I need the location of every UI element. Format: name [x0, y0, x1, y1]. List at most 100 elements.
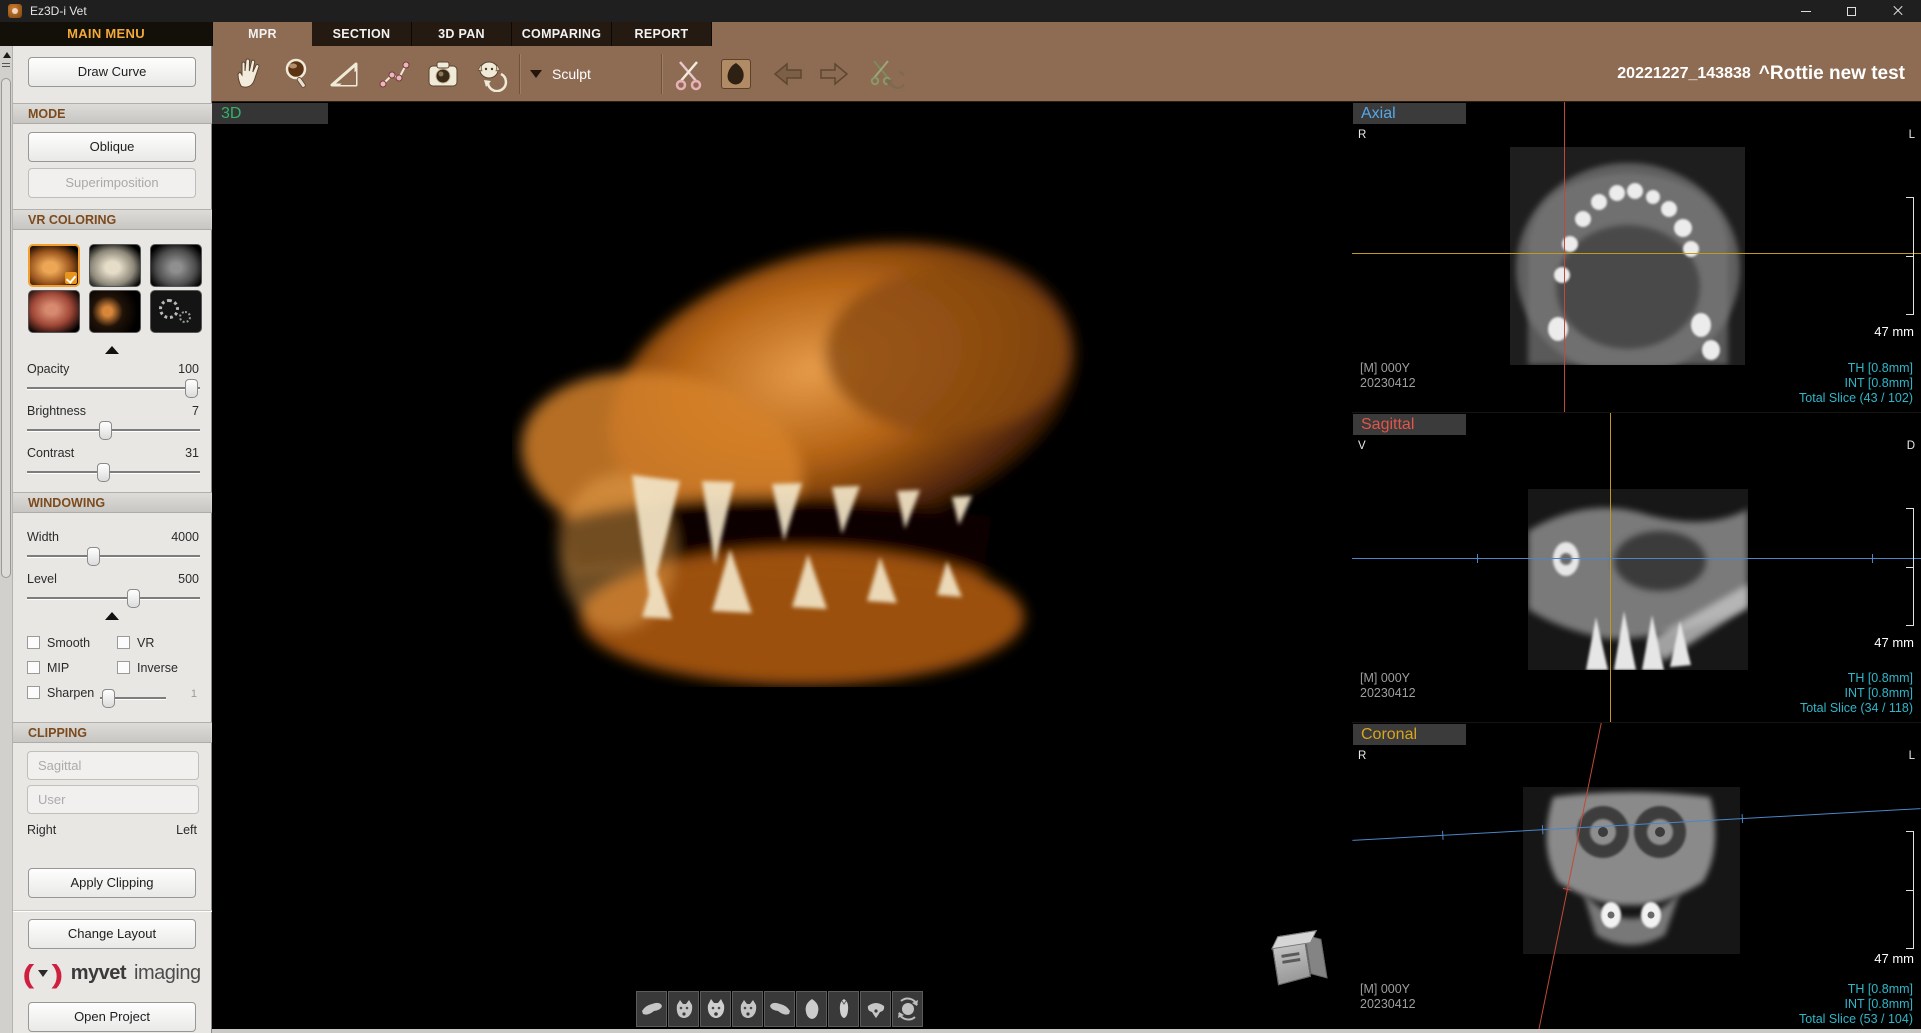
clipping-plane-dropdown[interactable]: Sagittal: [27, 751, 199, 780]
scrollbar-thumb[interactable]: [1, 78, 11, 578]
tab-report[interactable]: REPORT: [612, 22, 712, 46]
inverse-option: Inverse: [117, 659, 178, 677]
coronal-view-label: Coronal: [1353, 724, 1466, 745]
view-front-right-button[interactable]: [732, 991, 763, 1027]
pan-hand-icon[interactable]: [231, 56, 267, 92]
axial-ct-slice[interactable]: [1510, 147, 1745, 365]
view-bottom-button[interactable]: [828, 991, 859, 1027]
vr-preset-amber-skull[interactable]: [28, 244, 80, 287]
skull-3d-render[interactable]: [512, 217, 1092, 687]
contrast-slider-thumb[interactable]: [97, 463, 110, 482]
view-back-button[interactable]: [860, 991, 891, 1027]
brightness-slider-thumb[interactable]: [99, 421, 112, 440]
minimize-button[interactable]: [1783, 0, 1829, 22]
gear-small-icon: [179, 311, 191, 323]
clipping-mode-dropdown[interactable]: User: [27, 785, 199, 814]
scroll-grip-icon[interactable]: [2, 63, 10, 64]
coronal-ct-slice[interactable]: [1523, 787, 1740, 954]
myvet-imaging-logo: ( ) myvet imaging: [13, 962, 212, 985]
vr-preset-bone-white[interactable]: [89, 244, 141, 287]
angle-ruler-icon[interactable]: [326, 56, 362, 92]
logo-left-mark-icon: (: [23, 963, 35, 985]
open-project-button[interactable]: Open Project: [28, 1002, 196, 1032]
tab-section[interactable]: SECTION: [312, 22, 412, 46]
clipping-section-header: CLIPPING: [13, 722, 212, 743]
logo-right-mark-icon: ): [52, 963, 64, 985]
cut-scissors-icon[interactable]: [672, 56, 708, 92]
contrast-value: 31: [185, 446, 199, 460]
level-slider[interactable]: [27, 588, 200, 608]
curve-measure-icon[interactable]: [376, 56, 412, 92]
view-front-button[interactable]: [700, 991, 731, 1027]
sharpen-checkbox[interactable]: [27, 686, 40, 699]
undo-arrow-icon[interactable]: [770, 56, 806, 92]
collapse-vr-panel-icon[interactable]: [105, 346, 119, 354]
view-right-button[interactable]: [764, 991, 795, 1027]
sharpen-slider[interactable]: [100, 688, 166, 708]
collapse-options-panel-icon[interactable]: [105, 612, 119, 620]
toolbar-separator: [519, 54, 520, 94]
width-slider-thumb[interactable]: [87, 547, 100, 566]
contrast-label: Contrast: [27, 446, 74, 460]
superimposition-button[interactable]: Superimposition: [28, 168, 196, 198]
width-slider[interactable]: [27, 546, 200, 566]
sagittal-view[interactable]: Sagittal V D 47 mm [M] 000Y 20230412 TH …: [1352, 412, 1921, 722]
tab-3d-pan[interactable]: 3D PAN: [412, 22, 512, 46]
tab-mpr[interactable]: MPR: [212, 22, 312, 46]
vr-preset-skeleton[interactable]: [89, 290, 141, 333]
brand-name-bold: myvet: [71, 962, 126, 985]
sagittal-slice-info: TH [0.8mm] INT [0.8mm] Total Slice (34 /…: [1800, 671, 1913, 716]
inverse-checkbox[interactable]: [117, 661, 130, 674]
vr-preset-soft-tissue[interactable]: [28, 290, 80, 333]
view-top-button[interactable]: [796, 991, 827, 1027]
scroll-up-icon[interactable]: [3, 52, 11, 58]
view-front-left-button[interactable]: [668, 991, 699, 1027]
redo-arrow-icon[interactable]: [816, 56, 852, 92]
opacity-slider[interactable]: [27, 378, 200, 398]
draw-curve-button[interactable]: Draw Curve: [28, 57, 196, 87]
axial-sagittal-crosshair[interactable]: [1564, 102, 1565, 412]
vr-preset-gray-skull[interactable]: [150, 244, 202, 287]
sagittal-scale-text: 47 mm: [1874, 635, 1914, 650]
axial-coronal-crosshair[interactable]: [1352, 253, 1921, 254]
level-label: Level: [27, 572, 57, 586]
title-bar: Ez3D-i Vet: [0, 0, 1921, 22]
contrast-slider[interactable]: [27, 462, 200, 482]
sagittal-axial-crosshair[interactable]: [1352, 558, 1921, 559]
sculpt-region-icon: [722, 60, 750, 88]
reset-rotation-button[interactable]: [892, 991, 923, 1027]
opacity-slider-thumb[interactable]: [185, 379, 198, 398]
viewport-3d[interactable]: 3D: [212, 102, 1352, 1033]
sculpt-dropdown[interactable]: Sculpt: [530, 46, 591, 102]
brightness-slider[interactable]: [27, 420, 200, 440]
orientation-cube[interactable]: [1266, 926, 1334, 991]
capture-camera-icon[interactable]: [425, 56, 461, 92]
sharpen-value: 1: [191, 688, 197, 700]
vr-checkbox[interactable]: [117, 636, 130, 649]
sculpt-region-button[interactable]: [721, 59, 751, 89]
clipping-left-label: Left: [176, 823, 197, 837]
level-slider-thumb[interactable]: [127, 589, 140, 608]
app-logo-icon: [8, 4, 22, 18]
mip-checkbox[interactable]: [27, 661, 40, 674]
smooth-checkbox[interactable]: [27, 636, 40, 649]
coronal-view[interactable]: Coronal R L 47 mm [M] 000Y 20230412 TH […: [1352, 722, 1921, 1033]
apply-clipping-button[interactable]: Apply Clipping: [28, 868, 196, 898]
cancel-sculpt-icon[interactable]: [868, 56, 904, 92]
axial-view[interactable]: Axial R L 47 mm [M] 000Y 20230412 TH [0.…: [1352, 102, 1921, 412]
vr-preset-custom[interactable]: [150, 290, 202, 333]
sagittal-coronal-crosshair[interactable]: [1610, 413, 1611, 722]
oblique-button[interactable]: Oblique: [28, 132, 196, 162]
sagittal-ct-slice[interactable]: [1528, 489, 1748, 670]
view-left-button[interactable]: [636, 991, 667, 1027]
tab-comparing[interactable]: COMPARING: [512, 22, 612, 46]
close-button[interactable]: [1875, 0, 1921, 22]
sharpen-slider-thumb[interactable]: [102, 689, 115, 708]
reset-view-dog-icon[interactable]: [474, 56, 510, 92]
coronal-slice-info: TH [0.8mm] INT [0.8mm] Total Slice (53 /…: [1799, 982, 1913, 1027]
change-layout-button[interactable]: Change Layout: [28, 919, 196, 949]
sidebar-scrollbar[interactable]: [0, 46, 13, 1033]
maximize-button[interactable]: [1829, 0, 1875, 22]
toolbar: Sculpt 20221227_143838: [212, 46, 1921, 102]
zoom-magnifier-icon[interactable]: [279, 56, 315, 92]
